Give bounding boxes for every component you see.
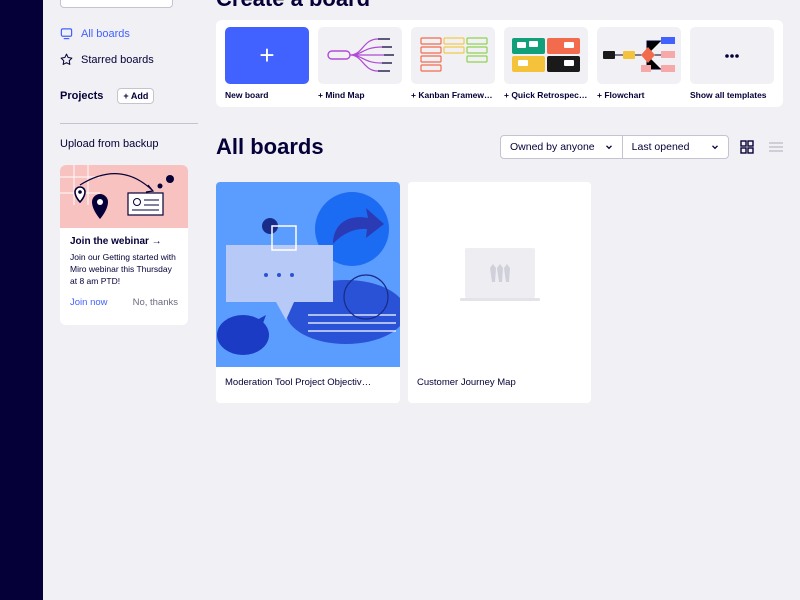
board-thumbnail xyxy=(216,182,400,367)
sidebar-item-label: Starred boards xyxy=(81,53,154,66)
miro-logo-icon xyxy=(490,264,510,282)
template-mind-map[interactable]: + Mind Map xyxy=(318,27,402,100)
projects-row: Projects + Add xyxy=(60,88,155,104)
webinar-text: Join our Getting started with Miro webin… xyxy=(70,252,176,286)
add-project-button[interactable]: + Add xyxy=(117,88,155,104)
chevron-down-icon xyxy=(605,145,612,150)
search-input[interactable] xyxy=(60,0,173,8)
board-card[interactable]: Customer Journey Map xyxy=(408,182,591,403)
mind-map-thumbnail xyxy=(318,27,402,84)
sidebar-item-starred-boards[interactable]: Starred boards xyxy=(60,53,154,66)
sidebar-item-all-boards[interactable]: All boards xyxy=(60,27,130,40)
flowchart-thumbnail xyxy=(597,27,681,84)
divider xyxy=(60,123,198,124)
template-new-board[interactable]: + New board xyxy=(225,27,309,100)
star-icon xyxy=(60,53,73,65)
create-board-title: Create a board xyxy=(216,0,370,12)
upload-from-backup-link[interactable]: Upload from backup xyxy=(60,138,158,150)
left-rail xyxy=(0,0,43,600)
webinar-title[interactable]: Join the webinar → xyxy=(70,236,178,247)
filter-group: Owned by anyone Last opened xyxy=(500,135,730,159)
board-thumbnail xyxy=(408,182,591,367)
template-label: Show all templates xyxy=(690,90,767,100)
sidebar: All boards Starred boards Projects + Add… xyxy=(43,0,215,600)
more-icon xyxy=(690,27,774,84)
sort-select[interactable]: Last opened xyxy=(621,136,729,158)
owner-filter-value: Owned by anyone xyxy=(510,141,595,153)
board-card[interactable]: Moderation Tool Project Objectiv… xyxy=(216,182,400,403)
board-name: Customer Journey Map xyxy=(417,377,516,388)
template-label: + Mind Map xyxy=(318,90,365,100)
projects-title: Projects xyxy=(60,90,104,102)
template-label: + Quick Retrospec… xyxy=(504,90,588,100)
chevron-down-icon xyxy=(712,145,719,150)
template-retrospective[interactable]: + Quick Retrospec… xyxy=(504,27,588,100)
template-flowchart[interactable]: + Flowchart xyxy=(597,27,681,100)
all-boards-title: All boards xyxy=(216,134,324,159)
webinar-card: Join the webinar → Join our Getting star… xyxy=(60,165,188,325)
template-kanban[interactable]: + Kanban Framew… xyxy=(411,27,495,100)
sort-value: Last opened xyxy=(631,141,690,153)
owner-filter-select[interactable]: Owned by anyone xyxy=(501,136,622,158)
boards-icon xyxy=(60,28,73,40)
retrospective-thumbnail xyxy=(504,27,588,84)
template-label: + Kanban Framew… xyxy=(411,90,493,100)
join-now-link[interactable]: Join now xyxy=(70,297,108,308)
kanban-thumbnail xyxy=(411,27,495,84)
no-thanks-link[interactable]: No, thanks xyxy=(133,297,178,308)
main-content: Create a board + New board + Mind Map xyxy=(216,0,800,600)
grid-view-icon[interactable] xyxy=(740,140,754,154)
sidebar-item-label: All boards xyxy=(81,27,130,40)
webinar-illustration xyxy=(60,165,188,228)
list-view-icon[interactable] xyxy=(769,140,783,154)
template-label: New board xyxy=(225,90,269,100)
show-all-templates-button[interactable]: Show all templates xyxy=(690,27,774,100)
board-name: Moderation Tool Project Objectiv… xyxy=(225,377,372,388)
template-label: + Flowchart xyxy=(597,90,645,100)
plus-icon: + xyxy=(225,27,309,84)
templates-panel: + New board + Mind Map + Kanban Framew… … xyxy=(216,20,783,107)
